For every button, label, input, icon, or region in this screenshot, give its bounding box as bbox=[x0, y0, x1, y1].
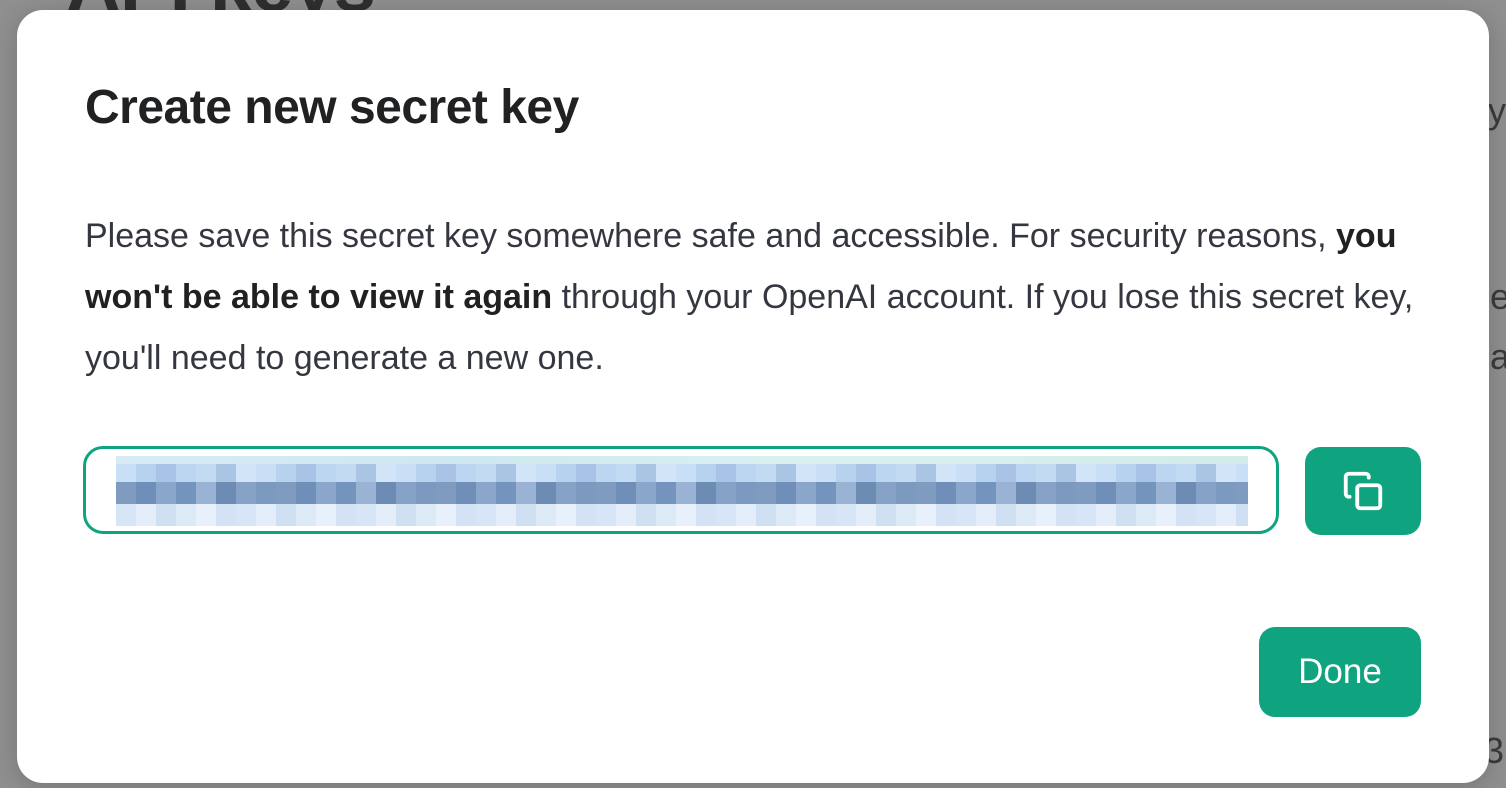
dialog-description: Please save this secret key somewhere sa… bbox=[85, 206, 1425, 389]
redacted-secret-key bbox=[116, 456, 1248, 526]
background-text-fragment: y bbox=[1488, 90, 1506, 131]
create-secret-key-dialog: Create new secret key Please save this s… bbox=[17, 10, 1489, 783]
description-text-part1: Please save this secret key somewhere sa… bbox=[85, 217, 1337, 255]
dialog-title: Create new secret key bbox=[85, 81, 579, 134]
done-button[interactable]: Done bbox=[1259, 627, 1421, 717]
copy-key-button[interactable] bbox=[1305, 447, 1421, 535]
secret-key-field[interactable] bbox=[83, 446, 1279, 534]
background-text-fragment: a bbox=[1490, 336, 1506, 377]
copy-icon bbox=[1343, 471, 1383, 511]
background-text-fragment: e bbox=[1490, 276, 1506, 317]
